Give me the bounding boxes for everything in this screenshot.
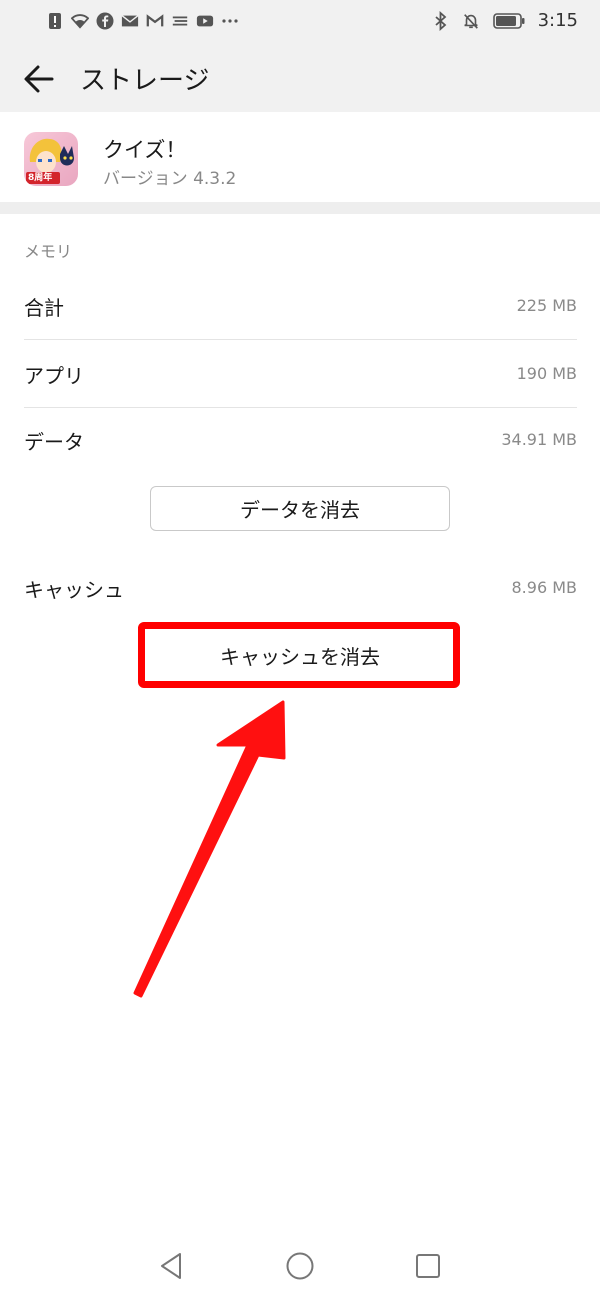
app-version: バージョン 4.3.2 [103,169,237,189]
bluetooth-icon [432,10,450,31]
wifi-icon [71,12,89,30]
mail-icon [121,12,139,30]
divider [24,339,577,340]
clock: 3:15 [537,10,578,31]
data-size-value: 34.91 MB [501,430,577,449]
system-nav-bar [0,1232,600,1300]
alert-icon [46,12,64,30]
nav-back-button[interactable] [156,1250,188,1282]
gmail-icon [146,12,164,30]
total-row: 合計 225 MB [24,276,577,336]
app-size-row: アプリ 190 MB [24,344,577,404]
notes-icon [171,12,189,30]
app-bar: ストレージ [0,46,600,112]
more-icon [221,12,239,30]
nav-recents-button[interactable] [412,1250,444,1282]
highlight-annotation [138,622,460,688]
section-title-memory: メモリ [24,242,73,261]
clear-data-button[interactable]: データを消去 [150,486,450,531]
page-title: ストレージ [80,66,210,96]
total-value: 225 MB [516,296,577,315]
back-button[interactable] [22,62,58,96]
nav-home-button[interactable] [284,1250,316,1282]
total-label: 合計 [24,296,64,320]
app-icon: 8周年 [24,132,78,186]
battery-icon [492,12,526,30]
cache-size-value: 8.96 MB [511,578,578,597]
divider [24,407,577,408]
status-bar: 3:15 [0,0,600,46]
recents-square-icon [416,1254,440,1278]
cache-size-label: キャッシュ [24,578,124,602]
app-icon-badge: 8周年 [28,173,53,183]
system-status: 3:15 [432,10,578,31]
app-info-card: 8周年 クイズ！ バージョン 4.3.2 [0,112,600,202]
facebook-icon [96,12,114,30]
notification-icons [46,12,239,30]
back-triangle-icon [161,1253,181,1279]
data-size-label: データ [24,430,84,454]
mute-icon [462,12,480,30]
cache-size-row: キャッシュ 8.96 MB [24,558,577,618]
section-divider [0,202,600,214]
data-size-row: データ 34.91 MB [24,410,577,470]
arrow-left-icon [24,65,54,93]
home-circle-icon [286,1252,314,1280]
app-size-value: 190 MB [516,364,577,383]
app-size-label: アプリ [24,364,84,388]
youtube-icon [196,12,214,30]
app-name: クイズ！ [103,138,187,162]
